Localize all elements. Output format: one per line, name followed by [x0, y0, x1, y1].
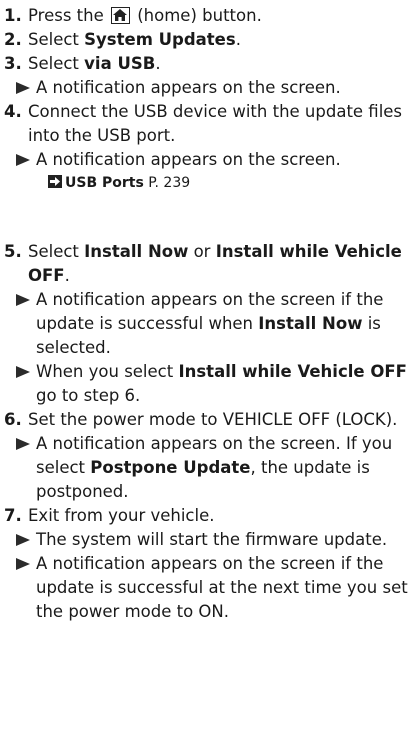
triangle-bullet-icon	[16, 366, 30, 378]
triangle-bullet-icon	[16, 558, 30, 570]
arrow-right-icon	[48, 175, 62, 188]
step-number: 1.	[4, 6, 22, 25]
step-6-result: A notification appears on the screen. If…	[16, 432, 418, 504]
home-icon	[111, 7, 130, 24]
step-3: 3. Select via USB.	[4, 52, 418, 76]
step-number: 7.	[4, 506, 22, 525]
step-4: 4. Connect the USB device with the updat…	[4, 102, 403, 145]
step-7-result-2: A notification appears on the screen if …	[16, 552, 418, 624]
step-5-result-1: A notification appears on the screen if …	[16, 288, 418, 360]
step-4-result: A notification appears on the screen.	[16, 148, 418, 172]
triangle-bullet-icon	[16, 534, 30, 546]
step-number: 6.	[4, 410, 22, 429]
step-6: 6. Set the power mode to VEHICLE OFF (LO…	[4, 408, 418, 432]
triangle-bullet-icon	[16, 154, 30, 166]
step-5: 5. Select Install Now or Install while V…	[4, 242, 402, 285]
step-number: 5.	[4, 242, 22, 261]
step-3-result: A notification appears on the screen.	[16, 76, 418, 100]
triangle-bullet-icon	[16, 294, 30, 306]
cross-reference-link[interactable]: USB Ports P. 239	[48, 172, 418, 194]
step-7-result-1: The system will start the firmware updat…	[16, 528, 418, 552]
step-2: 2. Select System Updates.	[4, 28, 418, 52]
triangle-bullet-icon	[16, 82, 30, 94]
step-number: 3.	[4, 54, 22, 73]
triangle-bullet-icon	[16, 438, 30, 450]
step-number: 4.	[4, 102, 22, 121]
step-7: 7. Exit from your vehicle.	[4, 504, 418, 528]
step-1: 1. Press the (home) button.	[4, 4, 418, 28]
instruction-document: 1. Press the (home) button. 2. Select Sy…	[0, 0, 418, 624]
step-number: 2.	[4, 30, 22, 49]
step-5-result-2: When you select Install while Vehicle OF…	[16, 360, 418, 408]
